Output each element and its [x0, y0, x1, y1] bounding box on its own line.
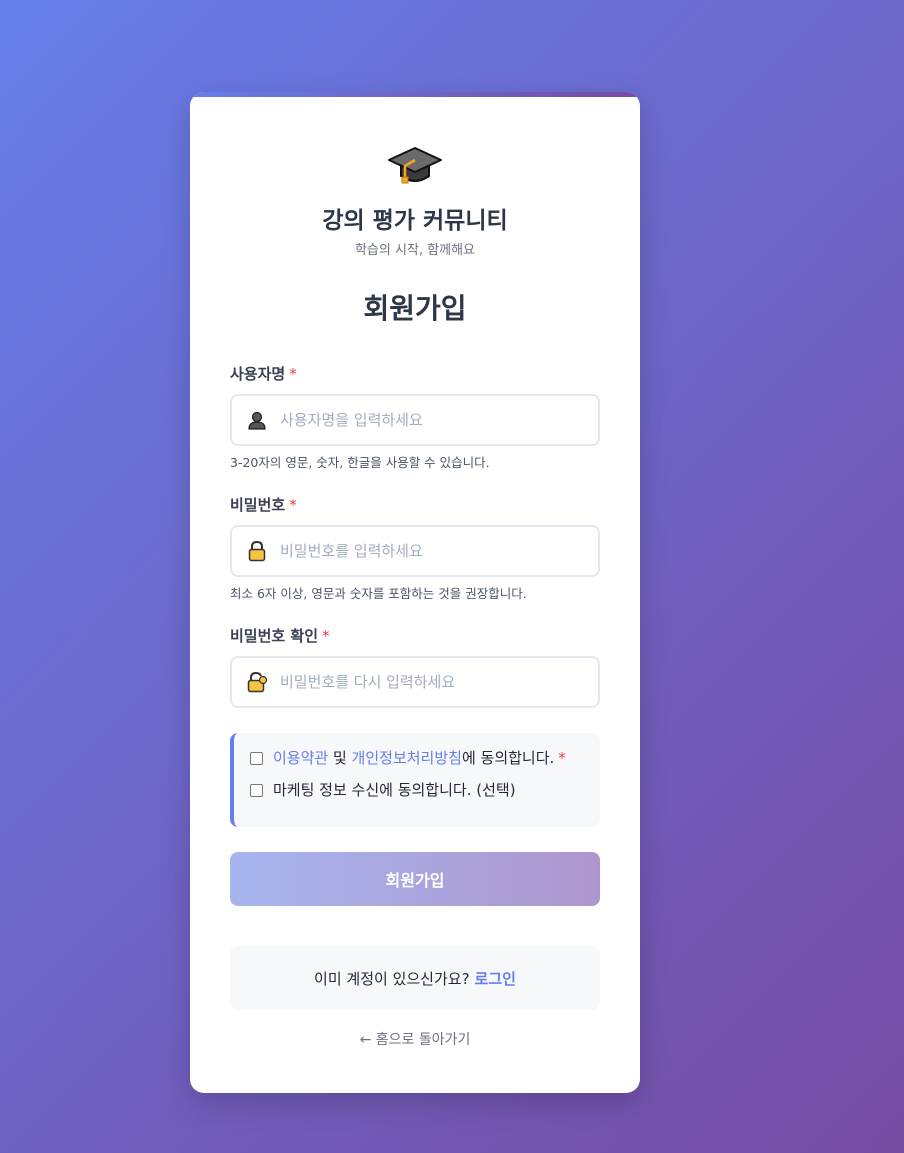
page-title: 회원가입: [363, 292, 467, 325]
username-input[interactable]: [278, 410, 598, 430]
terms-of-service-link[interactable]: 이용약관: [273, 749, 328, 767]
terms-text: 이용약관 및 개인정보처리방침에 동의합니다. *: [273, 747, 566, 769]
back-to-home-link[interactable]: ← 홈으로 돌아가기: [230, 1030, 600, 1050]
logo: [230, 144, 600, 188]
login-prompt-box: 이미 계정이 있으신가요? 로그인: [230, 946, 600, 1010]
signup-card: 강의 평가 커뮤니티 학습의 시작, 함께해요 회원가입 사용자명* 3-20자…: [190, 92, 640, 1093]
required-mark: *: [322, 627, 330, 645]
username-help: 3-20자의 영문, 숫자, 한글을 사용할 수 있습니다.: [230, 455, 490, 470]
marketing-checkbox[interactable]: [250, 783, 263, 797]
lock-icon: [246, 540, 268, 562]
required-mark: *: [289, 365, 297, 383]
password-confirm-label-text: 비밀번호 확인: [230, 627, 319, 645]
app-title: 강의 평가 커뮤니티: [322, 208, 508, 234]
password-field-group: 비밀번호 * 최소 6자 이상, 영문과 숫자를 포함하는 것을 권장합니다.: [230, 495, 600, 602]
username-field-group: 사용자명* 3-20자의 영문, 숫자, 한글을 사용할 수 있습니다.: [230, 364, 600, 471]
password-label: 비밀번호 *: [230, 495, 600, 515]
terms-agreement-row: 이용약관 및 개인정보처리방침에 동의합니다. *: [250, 747, 584, 769]
terms-box: 이용약관 및 개인정보처리방침에 동의합니다. * 마케팅 정보 수신에 동의합니…: [230, 733, 600, 827]
marketing-agreement-row: 마케팅 정보 수신에 동의합니다. (선택): [250, 779, 584, 801]
terms-checkbox[interactable]: [250, 751, 263, 765]
user-silhouette-icon: [246, 409, 268, 431]
password-input-wrapper[interactable]: [230, 525, 600, 577]
password-confirm-input[interactable]: [278, 672, 598, 692]
login-prompt-text: 이미 계정이 있으신가요?: [314, 969, 470, 988]
password-help: 최소 6자 이상, 영문과 숫자를 포함하는 것을 권장합니다.: [230, 586, 527, 601]
signup-submit-button[interactable]: 회원가입: [230, 852, 600, 906]
required-mark: *: [558, 749, 566, 767]
login-link[interactable]: 로그인: [475, 968, 516, 989]
username-label: 사용자명 *: [230, 364, 600, 384]
password-input[interactable]: [278, 541, 598, 561]
privacy-policy-link[interactable]: 개인정보처리방침: [352, 749, 462, 767]
password-confirm-input-wrapper[interactable]: [230, 656, 600, 708]
terms-agree-suffix: 에 동의합니다.: [461, 749, 555, 767]
unlocked-lock-icon: [246, 671, 268, 693]
username-input-wrapper[interactable]: [230, 394, 600, 446]
username-label-text: 사용자명: [230, 365, 286, 383]
app-subtitle: 학습의 시작, 함께해요: [354, 243, 476, 258]
marketing-label: 마케팅 정보 수신에 동의합니다. (선택): [273, 781, 516, 799]
required-mark: *: [289, 496, 297, 514]
graduation-cap-icon: [387, 144, 443, 188]
password-confirm-label: 비밀번호 확인 *: [230, 626, 600, 646]
terms-and-text: 및: [328, 749, 352, 767]
password-label-text: 비밀번호: [230, 496, 286, 514]
password-confirm-field-group: 비밀번호 확인 *: [230, 626, 600, 708]
